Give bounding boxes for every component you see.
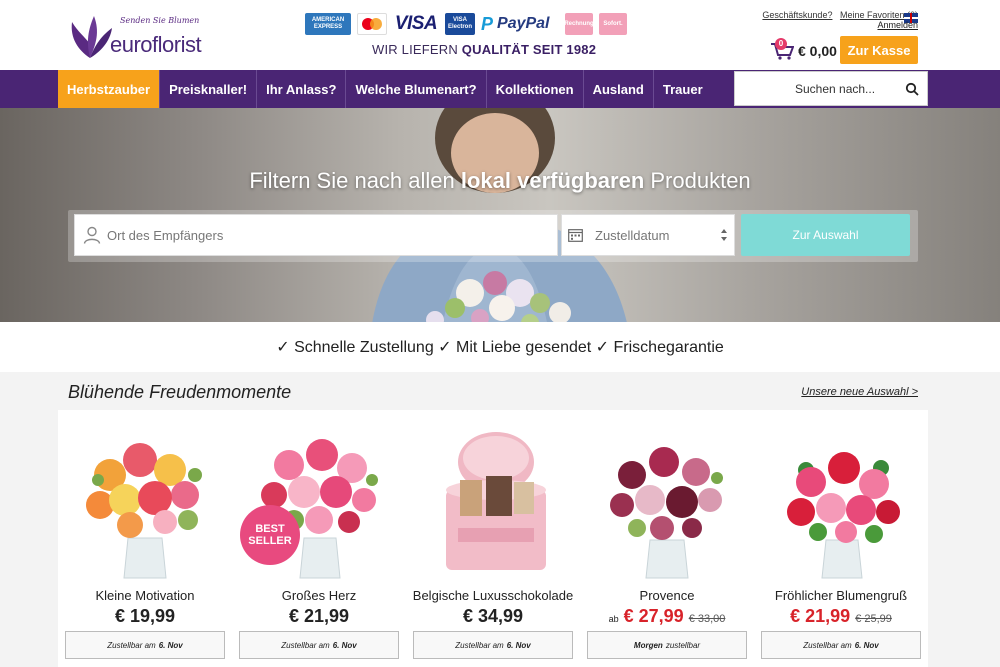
business-customer-link[interactable]: Geschäftskunde? — [762, 10, 832, 20]
filter-submit-button[interactable]: Zur Auswahl — [741, 214, 910, 256]
section-title: Blühende Freudenmomente — [68, 382, 292, 402]
delivery-date-select[interactable]: Zustelldatum — [561, 214, 735, 256]
product-price: € 19,99 — [114, 606, 176, 626]
product-name: Kleine Motivation — [95, 588, 195, 603]
nav-item-herbstzauber[interactable]: Herbstzauber — [58, 70, 161, 108]
usp-bar: ✓ Schnelle Zustellung ✓ Mit Liebe gesend… — [0, 322, 1000, 372]
product-name: Fröhlicher Blumengruß — [774, 588, 908, 603]
product-card[interactable]: Belgische Luxusschokolade € 34,99 Zustel… — [406, 410, 580, 667]
product-card[interactable]: Kleine Motivation € 19,99 Zustellbar am 6… — [58, 410, 232, 667]
product-price: € 21,99 — [288, 606, 350, 626]
product-section: Blühende Freudenmomente Unsere neue Ausw… — [0, 372, 1000, 667]
checkout-button[interactable]: Zur Kasse — [840, 36, 918, 64]
euroflorist-logo[interactable]: Senden Sie Blumen euroflorist — [66, 12, 206, 62]
product-card[interactable]: Provence ab € 27,99 € 33,00 Morgen zustel… — [580, 410, 754, 667]
amex-logo: AMERICAN EXPRESS — [305, 13, 351, 35]
person-icon — [83, 226, 101, 244]
product-card[interactable]: BEST SELLER Großes Herz € 21,99 Zustellb… — [232, 410, 406, 667]
product-card[interactable]: Fröhlicher Blumengruß € 21,99 € 25,99 Zu… — [754, 410, 928, 667]
product-price: ab € 27,99 € 33,00 — [608, 606, 726, 626]
product-name: Großes Herz — [281, 588, 357, 603]
delivery-info: Morgen zustellbar — [587, 631, 747, 659]
nav-item-blumenart[interactable]: Welche Blumenart? — [346, 70, 487, 108]
nav-item-preisknaller[interactable]: Preisknaller! — [160, 70, 258, 108]
product-grid: Kleine Motivation € 19,99 Zustellbar am 6… — [58, 410, 928, 667]
location-input[interactable] — [107, 215, 547, 255]
location-field — [74, 214, 558, 256]
search-icon[interactable] — [905, 82, 919, 96]
cart[interactable]: 0 € 0,00 — [770, 38, 840, 62]
nav-item-ausland[interactable]: Ausland — [584, 70, 654, 108]
product-name: Belgische Luxusschokolade — [412, 588, 574, 603]
logo-wordmark: euroflorist — [110, 32, 202, 57]
delivery-info: Zustellbar am 6. Nov — [65, 631, 225, 659]
delivery-info: Zustellbar am 6. Nov — [239, 631, 399, 659]
location-filter-bar: Zustelldatum Zur Auswahl — [68, 210, 918, 262]
product-image — [610, 447, 723, 579]
old-price: € 33,00 — [688, 613, 726, 625]
nav-item-kollektionen[interactable]: Kollektionen — [487, 70, 584, 108]
product-price: € 21,99 € 25,99 — [790, 606, 892, 626]
hero-banner: Filtern Sie nach allen lokal verfügbaren… — [0, 108, 1000, 322]
delivery-info: Zustellbar am 6. Nov — [761, 631, 921, 659]
delivery-info: Zustellbar am 6. Nov — [413, 631, 573, 659]
old-price: € 25,99 — [855, 613, 892, 625]
product-image — [86, 443, 202, 579]
header: Senden Sie Blumen euroflorist AMERICAN E… — [0, 0, 1000, 70]
hero-title: Filtern Sie nach allen lokal verfügbaren… — [249, 168, 751, 193]
main-nav: Herbstzauber Preisknaller! Ihr Anlass? W… — [0, 70, 1000, 108]
product-image — [787, 452, 900, 579]
mastercard-logo — [357, 13, 387, 35]
paypal-logo: P PayPal — [481, 13, 550, 34]
cart-total: € 0,00 — [798, 43, 837, 59]
euroflorist-logo-icon — [71, 16, 112, 58]
login-link[interactable]: Anmelden — [877, 20, 918, 30]
cart-count-badge: 0 — [775, 38, 787, 50]
calendar-icon — [568, 229, 583, 242]
logo-tagline: Senden Sie Blumen — [120, 16, 200, 25]
product-price: € 34,99 — [462, 606, 524, 626]
bestseller-badge: BEST SELLER — [240, 505, 300, 565]
payment-methods: AMERICAN EXPRESS VISA VISA Electron P Pay… — [305, 12, 627, 36]
new-selection-link[interactable]: Unsere neue Auswahl > — [801, 386, 918, 398]
nav-item-trauer[interactable]: Trauer — [654, 70, 712, 108]
date-placeholder: Zustelldatum — [595, 228, 670, 243]
nav-item-anlass[interactable]: Ihr Anlass? — [257, 70, 347, 108]
product-image — [446, 432, 546, 570]
visa-logo: VISA — [394, 13, 438, 34]
sofort-logo: Sofort. — [599, 13, 627, 35]
product-name: Provence — [639, 588, 695, 603]
search-input[interactable] — [735, 72, 901, 105]
rechnung-logo: Rechnung — [564, 13, 594, 35]
visa-electron-logo: VISA Electron — [445, 13, 475, 35]
quality-tagline: WIR LIEFERN QUALITÄT SEIT 1982 — [372, 42, 597, 57]
search-box — [734, 71, 928, 106]
updown-icon — [721, 229, 727, 241]
